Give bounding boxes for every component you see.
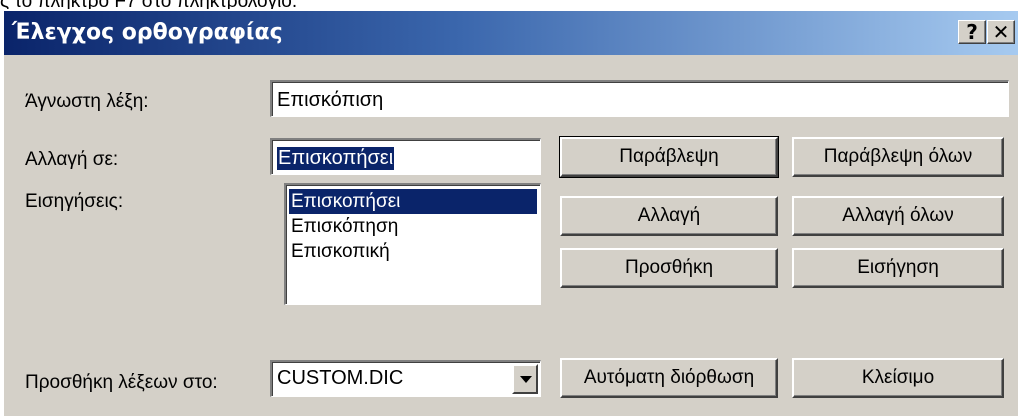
change-to-field[interactable]: Επισκοπήσει — [270, 138, 541, 175]
suggest-button[interactable]: Εισήγηση — [792, 248, 1004, 288]
suggestion-item[interactable]: Επισκόπηση — [289, 214, 537, 239]
suggestion-item[interactable]: Επισκοπική — [289, 239, 537, 264]
ignore-all-button[interactable]: Παράβλεψη όλων — [792, 137, 1004, 177]
dialog-title: Έλεγχος ορθογραφίας — [12, 20, 283, 45]
close-icon[interactable]: ✕ — [987, 20, 1015, 44]
autocorrect-button[interactable]: Αυτόματη διόρθωση — [560, 358, 778, 398]
chevron-down-icon[interactable] — [512, 364, 538, 394]
change-button[interactable]: Αλλαγή — [560, 196, 778, 236]
unknown-word-field[interactable]: Επισκόπιση — [270, 80, 1009, 117]
suggestion-item[interactable]: Επισκοπήσει — [289, 189, 537, 214]
add-button[interactable]: Προσθήκη — [560, 248, 778, 288]
title-bar[interactable]: Έλεγχος ορθογραφίας ? ✕ — [4, 11, 1018, 55]
background-instruction-text: ς το πλήκτρο F7 στο πληκτρολόγιο. — [0, 0, 1018, 9]
suggestions-label: Εισηγήσεις: — [25, 191, 124, 212]
change-to-label: Αλλαγή σε: — [25, 149, 119, 170]
unknown-word-label: Άγνωστη λέξη: — [25, 91, 149, 112]
dictionary-value: CUSTOM.DIC — [277, 367, 404, 389]
unknown-word-value: Επισκόπιση — [277, 89, 384, 111]
change-to-value: Επισκοπήσει — [277, 147, 395, 170]
ignore-button[interactable]: Παράβλεψη — [559, 136, 779, 178]
dictionary-dropdown[interactable]: CUSTOM.DIC — [270, 360, 541, 397]
spelling-dialog: Έλεγχος ορθογραφίας ? ✕ Άγνωστη λέξη: Επ… — [2, 9, 1018, 416]
help-button[interactable]: ? — [958, 20, 986, 44]
change-all-button[interactable]: Αλλαγή όλων — [792, 196, 1004, 236]
close-button[interactable]: Κλείσιμο — [792, 358, 1004, 398]
suggestions-list[interactable]: Επισκοπήσει Επισκόπηση Επισκοπική — [284, 183, 541, 305]
add-words-to-label: Προσθήκη λέξεων στο: — [25, 372, 218, 393]
